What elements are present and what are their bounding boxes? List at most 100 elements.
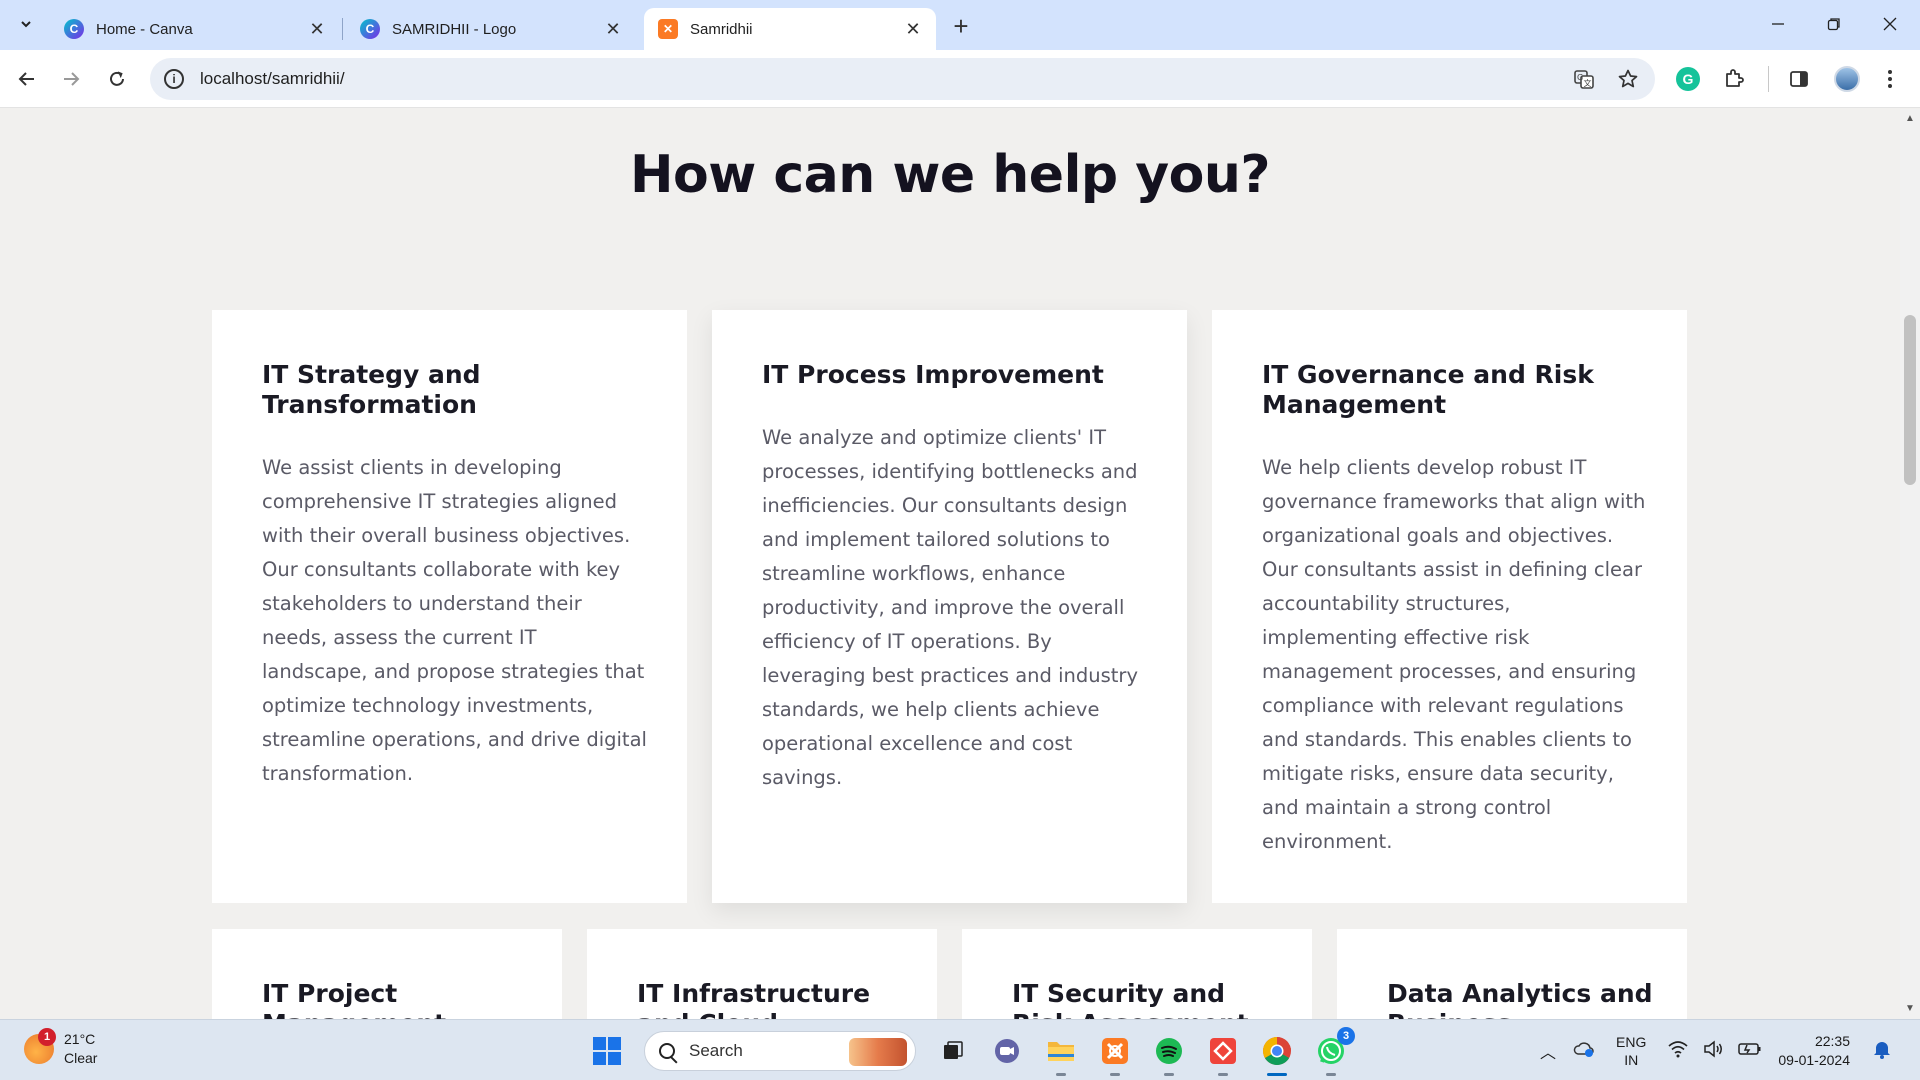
- address-url[interactable]: localhost/samridhii/: [200, 69, 345, 89]
- close-icon[interactable]: ✕: [902, 18, 924, 40]
- xampp-icon: [1102, 1038, 1128, 1064]
- folder-icon: [1048, 1042, 1074, 1061]
- chrome-app[interactable]: [1257, 1031, 1297, 1076]
- tab-title: Home - Canva: [96, 20, 193, 38]
- side-panel-button[interactable]: [1788, 64, 1810, 94]
- volume-icon[interactable]: [1701, 1039, 1727, 1063]
- scroll-down-arrow-icon[interactable]: ▼: [1904, 1003, 1916, 1015]
- wifi-icon[interactable]: [1665, 1040, 1691, 1063]
- service-title: IT Infrastructure and Cloud Solutions: [637, 979, 871, 1019]
- service-title: IT Governance and Risk Management: [1262, 360, 1594, 419]
- close-icon[interactable]: ✕: [306, 18, 328, 40]
- svg-text:文: 文: [1584, 78, 1592, 88]
- chrome-menu-button[interactable]: [1880, 64, 1900, 94]
- tab-samridhii-logo[interactable]: C SAMRIDHII - Logo ✕: [346, 8, 636, 50]
- canva-icon: C: [64, 19, 84, 39]
- canva-icon: C: [360, 19, 380, 39]
- site-info-icon[interactable]: i: [164, 69, 184, 89]
- page-scrollbar[interactable]: ▲ ▼: [1900, 109, 1920, 1019]
- new-tab-button[interactable]: +: [944, 10, 978, 42]
- grammarly-icon: G: [1676, 67, 1700, 91]
- translate-icon[interactable]: 文G: [1569, 64, 1599, 94]
- xampp-app[interactable]: [1095, 1031, 1135, 1076]
- close-window-button[interactable]: [1862, 0, 1918, 48]
- onedrive-icon[interactable]: [1571, 1040, 1597, 1063]
- show-hidden-icons-chevron-up-icon[interactable]: ︿: [1535, 1039, 1561, 1063]
- scrollbar-thumb[interactable]: [1904, 315, 1916, 485]
- anydesk-app[interactable]: [1203, 1031, 1243, 1076]
- service-card: Data Analytics and Business: [1337, 929, 1687, 1019]
- more-vert-icon: [1888, 70, 1892, 88]
- input-language[interactable]: ENG IN: [1616, 1033, 1646, 1069]
- service-card: IT Governance and Risk Management We hel…: [1212, 310, 1687, 903]
- running-indicator: [1326, 1073, 1336, 1076]
- weather-temperature: 21°C: [64, 1031, 96, 1047]
- service-card: IT Strategy and Transformation We assist…: [212, 310, 687, 903]
- search-placeholder: Search: [689, 1041, 743, 1060]
- service-description: We analyze and optimize clients' IT proc…: [762, 426, 1138, 789]
- clock-date: 09-01-2024: [1778, 1052, 1850, 1068]
- reload-button[interactable]: [98, 60, 136, 98]
- side-panel-icon: [1790, 71, 1808, 87]
- battery-icon[interactable]: [1737, 1041, 1763, 1062]
- system-tray: ︿ ENG IN 22:35 09-01-2024: [1530, 1028, 1900, 1074]
- task-view-button[interactable]: [933, 1031, 973, 1071]
- weather-widget[interactable]: 1 21°C Clear: [24, 1028, 98, 1068]
- svg-text:G: G: [1577, 73, 1583, 82]
- service-title: IT Project Management: [262, 979, 446, 1019]
- running-indicator: [1164, 1073, 1174, 1076]
- forward-button[interactable]: [52, 60, 90, 98]
- service-title: Data Analytics and Business: [1387, 979, 1653, 1019]
- weather-badge: 1: [38, 1028, 56, 1046]
- grammarly-extension[interactable]: G: [1676, 64, 1700, 94]
- profile-button[interactable]: [1834, 64, 1860, 94]
- address-bar[interactable]: i localhost/samridhii/ 文G: [150, 58, 1655, 100]
- running-indicator: [1218, 1073, 1228, 1076]
- puzzle-icon: [1726, 69, 1744, 87]
- browser-tab-strip: C Home - Canva ✕ C SAMRIDHII - Logo ✕ ✕ …: [0, 0, 1920, 50]
- scroll-up-arrow-icon[interactable]: ▲: [1904, 113, 1916, 125]
- close-icon[interactable]: ✕: [602, 18, 624, 40]
- bookmark-star-icon[interactable]: [1613, 64, 1643, 94]
- tab-separator: [342, 18, 343, 40]
- service-title: IT Security and Risk Assessment: [1012, 979, 1249, 1019]
- whatsapp-app[interactable]: 3: [1311, 1027, 1355, 1076]
- anydesk-icon: [1210, 1038, 1236, 1064]
- extensions-button[interactable]: [1722, 64, 1746, 94]
- chrome-icon: [1263, 1037, 1291, 1065]
- spotify-icon: [1156, 1038, 1182, 1064]
- active-indicator: [1267, 1073, 1287, 1076]
- notification-badge: 3: [1337, 1027, 1355, 1045]
- region-code: IN: [1624, 1052, 1639, 1068]
- clock-time: 22:35: [1814, 1033, 1850, 1049]
- taskbar-search[interactable]: Search: [644, 1031, 916, 1071]
- language-code: ENG: [1616, 1034, 1647, 1050]
- search-highlight-image: [849, 1038, 907, 1066]
- service-title: IT Process Improvement: [762, 360, 1104, 389]
- minimize-button[interactable]: [1750, 0, 1806, 48]
- start-button[interactable]: [587, 1031, 627, 1071]
- tab-samridhii[interactable]: ✕ Samridhii ✕: [644, 8, 936, 50]
- service-card: IT Infrastructure and Cloud Solutions: [587, 929, 937, 1019]
- reload-icon: [110, 71, 124, 86]
- tab-home-canva[interactable]: C Home - Canva ✕: [50, 8, 340, 50]
- restore-button[interactable]: [1806, 0, 1862, 48]
- system-clock[interactable]: 22:35 09-01-2024: [1778, 1032, 1850, 1070]
- weather-condition: Clear: [64, 1050, 98, 1066]
- service-description: We assist clients in developing comprehe…: [262, 456, 647, 785]
- chevron-down-icon: [21, 21, 31, 28]
- video-chat-icon: [995, 1039, 1019, 1063]
- file-explorer-app[interactable]: [1041, 1031, 1081, 1076]
- service-card: IT Security and Risk Assessment: [962, 929, 1312, 1019]
- omnibox-actions: 文G: [1569, 64, 1643, 94]
- task-view-icon: [944, 1041, 963, 1059]
- tab-search-button[interactable]: [10, 8, 42, 40]
- avatar: [1834, 66, 1860, 92]
- back-button[interactable]: [8, 60, 46, 98]
- spotify-app[interactable]: [1149, 1031, 1189, 1076]
- taskbar-apps: Search 3: [580, 1027, 1358, 1076]
- meet-app[interactable]: [987, 1031, 1027, 1071]
- xampp-icon: ✕: [658, 19, 678, 39]
- minimize-icon: [1772, 23, 1784, 25]
- notification-bell-icon[interactable]: [1869, 1039, 1895, 1064]
